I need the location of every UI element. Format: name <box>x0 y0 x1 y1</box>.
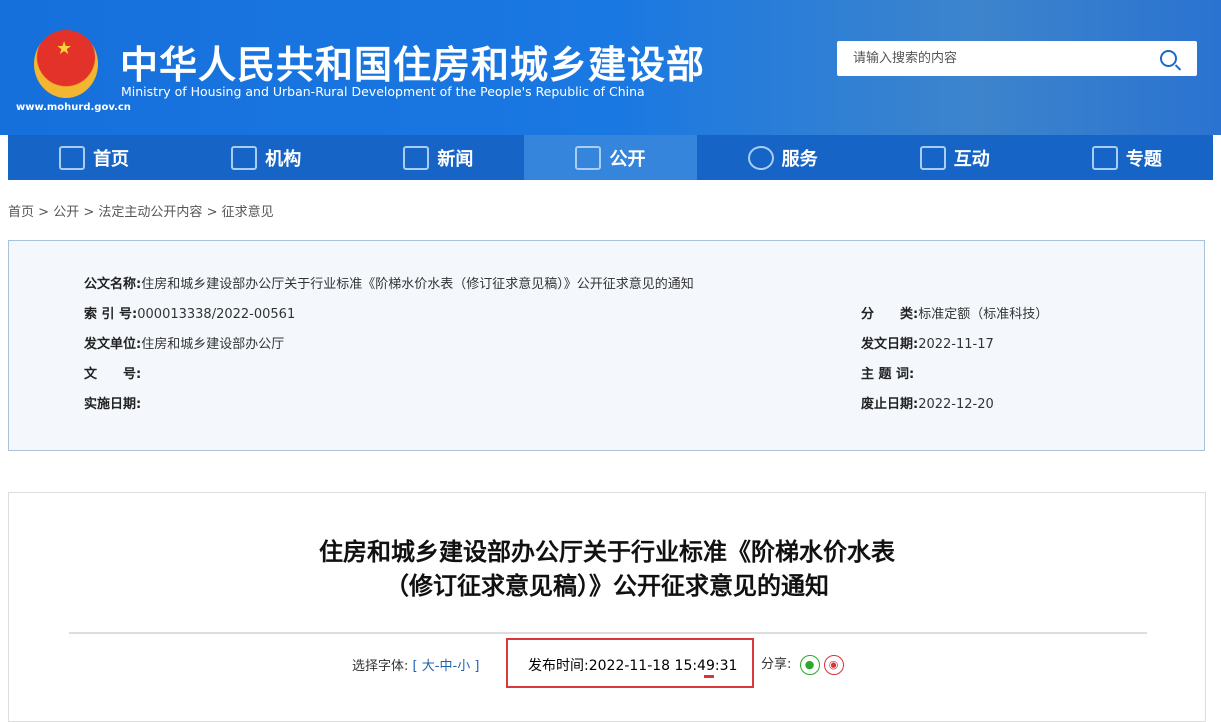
publish-time-highlight: 发布时间:2022-11-18 15:49:31 <box>506 638 754 688</box>
news-icon <box>403 145 430 170</box>
nav-label: 新闻 <box>437 148 474 170</box>
publish-label: 发布时间: <box>528 658 589 674</box>
breadcrumb-separator: > <box>83 205 95 220</box>
home-icon <box>59 145 86 170</box>
service-icon <box>747 145 774 170</box>
breadcrumb-statutory[interactable]: 法定主动公开内容 <box>98 205 202 220</box>
label: 发文单位: <box>84 337 142 352</box>
label: 索 引 号: <box>84 307 138 322</box>
breadcrumb-home[interactable]: 首页 <box>8 205 34 220</box>
site-title[interactable]: 中华人民共和国住房和城乡建设部 <box>120 34 705 89</box>
article: 住房和城乡建设部办公厅关于行业标准《阶梯水价水表 （修订征求意见稿）》公开征求意… <box>8 492 1206 722</box>
nav-organization[interactable]: 机构 <box>180 135 352 180</box>
nav-label: 专题 <box>1125 148 1162 170</box>
label: 废止日期: <box>861 397 919 412</box>
national-emblem-logo: ★ <box>34 30 98 98</box>
info-effective-date: 实施日期: <box>84 393 141 412</box>
nav-label: 服务 <box>781 148 818 170</box>
info-doc-number: 文 号: <box>84 363 141 382</box>
value: 标准定额（标准科技） <box>918 307 1049 322</box>
search-box <box>837 41 1197 76</box>
value: 2022-11-17 <box>918 337 994 352</box>
title-line: （修订征求意见稿）》公开征求意见的通知 <box>385 572 829 600</box>
interaction-icon <box>919 145 946 170</box>
bracket: [ <box>412 659 418 674</box>
star-icon <box>1091 145 1118 170</box>
nav-service[interactable]: 服务 <box>697 135 869 180</box>
divider <box>69 632 1147 634</box>
title-line: 住房和城乡建设部办公厅关于行业标准《阶梯水价水表 <box>319 538 895 566</box>
font-small-link[interactable]: 小 <box>457 659 470 674</box>
info-keywords: 主 题 词: <box>861 363 914 382</box>
main-nav: 首页 机构 新闻 公开 服务 互动 专题 <box>8 135 1213 180</box>
info-name: 公文名称:住房和城乡建设部办公厅关于行业标准《阶梯水价水表（修订征求意见稿）》公… <box>84 273 694 292</box>
info-issue-date: 发文日期:2022-11-17 <box>861 333 994 352</box>
breadcrumb: 首页 > 公开 > 法定主动公开内容 > 征求意见 <box>8 201 274 220</box>
breadcrumb-public[interactable]: 公开 <box>53 205 79 220</box>
wechat-icon[interactable]: ● <box>799 654 820 675</box>
publish-time: 发布时间:2022-11-18 15:49:31 <box>528 655 737 675</box>
bracket: ] <box>474 659 480 674</box>
nav-home[interactable]: 首页 <box>8 135 180 180</box>
nav-interaction[interactable]: 互动 <box>869 135 1041 180</box>
weibo-icon[interactable]: ◉ <box>823 654 844 675</box>
info-index: 索 引 号:000013338/2022-00561 <box>84 303 295 322</box>
nav-label: 公开 <box>609 148 646 170</box>
breadcrumb-separator: > <box>38 205 50 220</box>
font-medium-link[interactable]: 中 <box>439 659 452 674</box>
value: 住房和城乡建设部办公厅 <box>141 337 285 352</box>
building-icon <box>231 145 258 170</box>
nav-public[interactable]: 公开 <box>524 135 697 180</box>
label: 实施日期: <box>84 397 142 412</box>
article-title: 住房和城乡建设部办公厅关于行业标准《阶梯水价水表 （修订征求意见稿）》公开征求意… <box>9 535 1205 603</box>
nav-topics[interactable]: 专题 <box>1041 135 1213 180</box>
label: 发文日期: <box>861 337 919 352</box>
nav-label: 互动 <box>953 148 990 170</box>
breadcrumb-consultation[interactable]: 征求意见 <box>222 205 274 220</box>
nav-label: 首页 <box>93 148 130 170</box>
label: 公文名称: <box>84 277 142 292</box>
nav-label: 机构 <box>265 148 302 170</box>
font-large-link[interactable]: 大 <box>422 659 435 674</box>
site-header: ★ www.mohurd.gov.cn 中华人民共和国住房和城乡建设部 Mini… <box>0 0 1221 135</box>
value: 000013338/2022-00561 <box>137 307 296 322</box>
site-url: www.mohurd.gov.cn <box>16 102 131 113</box>
nav-news[interactable]: 新闻 <box>352 135 524 180</box>
document-info-panel: 公文名称:住房和城乡建设部办公厅关于行业标准《阶梯水价水表（修订征求意见稿）》公… <box>8 240 1205 451</box>
search-icon[interactable] <box>1160 50 1177 67</box>
share: 分享: ● ◉ <box>761 653 844 675</box>
label: 分 类: <box>861 307 919 322</box>
value: 住房和城乡建设部办公厅关于行业标准《阶梯水价水表（修订征求意见稿）》公开征求意见… <box>141 277 694 292</box>
value: 2022-12-20 <box>918 397 994 412</box>
cursor-mark <box>704 675 714 678</box>
label: 主 题 词: <box>861 367 915 382</box>
info-expiry-date: 废止日期:2022-12-20 <box>861 393 994 412</box>
font-size-label: 选择字体: <box>352 659 409 674</box>
info-category: 分 类:标准定额（标准科技） <box>861 303 1048 322</box>
document-icon <box>575 145 602 170</box>
info-issuer: 发文单位:住房和城乡建设部办公厅 <box>84 333 284 352</box>
share-label: 分享: <box>761 657 792 672</box>
label: 文 号: <box>84 367 142 382</box>
breadcrumb-separator: > <box>206 205 218 220</box>
publish-time-value: 2022-11-18 15:49:31 <box>588 658 738 674</box>
font-size-selector: 选择字体: [ 大-中-小 ] <box>352 655 479 674</box>
search-input[interactable] <box>851 50 1145 67</box>
site-subtitle: Ministry of Housing and Urban-Rural Deve… <box>121 84 645 99</box>
